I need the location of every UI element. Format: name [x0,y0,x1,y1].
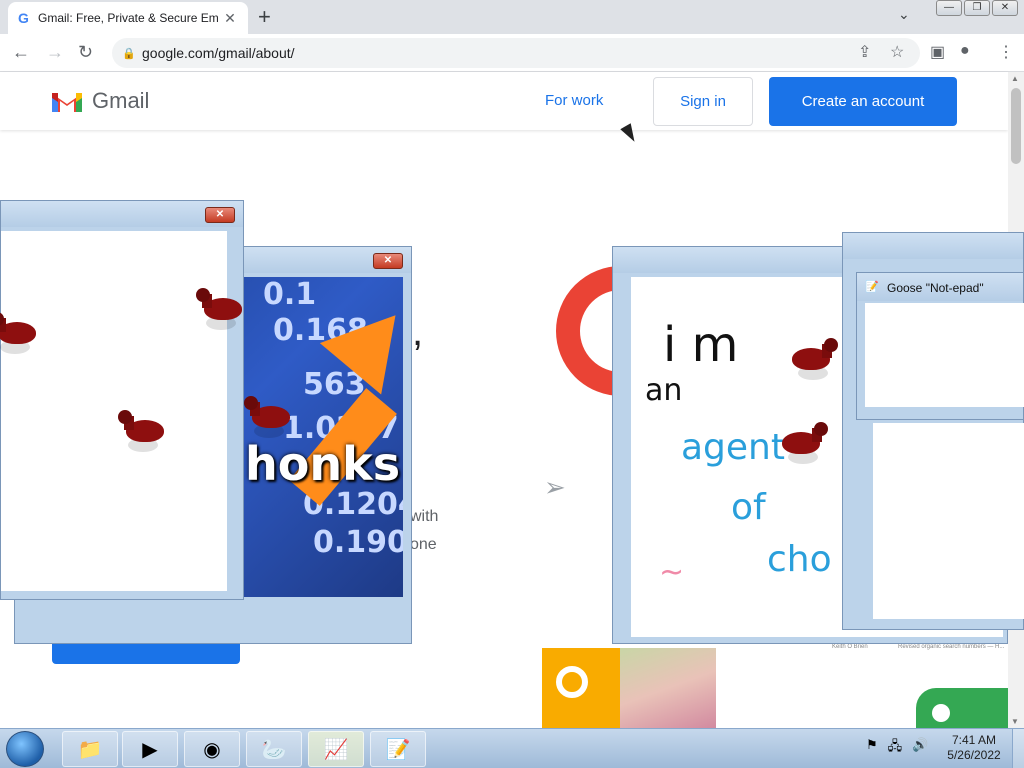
tab-close-icon[interactable]: ✕ [222,10,238,27]
blank-window-content [1,231,227,591]
blank-window-titlebar[interactable]: ✕ [1,201,243,227]
drawing-text-line1: i m [663,317,739,373]
url-text[interactable]: google.com/gmail/about/ [142,45,295,61]
new-tab-button[interactable]: + [258,4,271,30]
explorer-taskbar-icon[interactable]: 📁 [62,731,118,767]
camera-icon [932,704,950,722]
goose-sprite [244,396,290,438]
notepad-back-titlebar[interactable] [843,233,1023,259]
search-feature-tile [542,648,620,728]
scroll-down-icon[interactable]: ▼ [1011,717,1019,726]
meme-number: 0.1 [263,277,317,312]
goose-sprite [196,288,242,330]
notepad-taskbar-icon[interactable]: 📝 [370,731,426,767]
drawing-text-line4: of [731,487,766,528]
address-bar[interactable]: 🔒 google.com/gmail/about/ [112,38,920,68]
browser-tabbar: G Gmail: Free, Private & Secure Em ✕ + ⌄… [0,0,1024,34]
bookmark-star-icon[interactable]: ☆ [890,42,904,62]
goose-notepad-window[interactable]: 📝 Goose "Not-epad" [856,272,1024,420]
menu-kebab-icon[interactable]: ⋮ [998,42,1014,62]
goose-sprite [782,422,828,464]
gmail-logo-text: Gmail [92,88,150,113]
email-preview-subject: Revised organic search numbers — H... [898,644,1005,650]
browser-toolbar: ← → ↻ 🔒 google.com/gmail/about/ ⇪ ☆ ▣ ● … [0,34,1024,72]
goose-sprite [0,312,36,354]
system-tray: ⚑ 🖧 🔊 [866,737,928,759]
notepad-back-content [873,423,1024,619]
side-panel-icon[interactable]: ▣ [930,42,945,62]
media-player-taskbar-icon[interactable]: ▶ [122,731,178,767]
scroll-up-icon[interactable]: ▲ [1011,74,1019,83]
email-preview-sender: Keith O Brien [832,644,868,650]
meme-number: 0.1902 [313,525,403,560]
volume-icon[interactable]: 🔊 [912,737,928,759]
send-icon: ➢ [544,472,566,502]
goose-app-taskbar-icon[interactable]: 🦢 [246,731,302,767]
goose-sprite [118,410,164,452]
goose-notepad-text-area[interactable] [865,303,1024,407]
close-window-button[interactable]: ✕ [992,0,1018,16]
meet-feature-tile [916,688,1008,728]
sign-in-button[interactable]: Sign in [653,77,753,126]
meme-caption: honks [245,437,401,491]
drawing-text-line3: agent [681,427,785,468]
lock-icon[interactable]: 🔒 [122,47,142,60]
maximize-button[interactable]: ❐ [964,0,990,16]
magnifier-icon [556,666,588,698]
hero-body-fragment-1: with [410,508,439,525]
taskbar-clock[interactable]: 7:41 AM 5/26/2022 [944,733,1004,763]
drawing-text-line2: an [645,373,683,408]
back-icon[interactable]: ← [12,42,30,63]
reload-icon[interactable]: ↻ [78,42,93,63]
share-icon[interactable]: ⇪ [858,42,871,62]
tab-title: Gmail: Free, Private & Secure Em [38,11,219,25]
gmail-logo[interactable]: Gmail [52,88,149,114]
start-button[interactable] [6,731,44,767]
window-controls: — ❐ ✕ [936,0,1018,16]
windows-taskbar: 📁 ▶ ◉ 🦢 📈 📝 ⚑ 🖧 🔊 7:41 AM 5/26/2022 [0,728,1024,768]
hero-body-fragment-2: one [410,536,437,553]
notepad-plus-taskbar-icon[interactable]: 📈 [308,731,364,767]
minimize-button[interactable]: — [936,0,962,16]
chrome-taskbar-icon[interactable]: ◉ [184,731,240,767]
show-desktop-button[interactable] [1012,729,1024,768]
network-icon[interactable]: 🖧 [888,737,903,759]
goose-blank-window[interactable]: ✕ [0,200,244,600]
clock-time: 7:41 AM [951,733,997,747]
meme-window-close-button[interactable]: ✕ [373,253,403,269]
scrollbar-thumb[interactable] [1011,88,1021,164]
blank-window-close-button[interactable]: ✕ [205,207,235,223]
drawing-text-line5: cho [767,539,832,580]
notepad-app-icon: 📝 [865,281,879,293]
tab-search-icon[interactable]: ⌄ [898,6,910,23]
create-account-button[interactable]: Create an account [769,77,957,126]
goose-notepad-title: Goose "Not-epad" [887,281,984,295]
google-favicon-icon: G [18,10,29,26]
tab-gmail[interactable]: G Gmail: Free, Private & Secure Em ✕ [8,2,248,34]
gmail-m-icon [52,93,82,112]
hero-headline-fragment: , [412,310,424,354]
forward-icon[interactable]: → [46,42,64,63]
clock-date: 5/26/2022 [947,748,1001,762]
goose-sprite [792,338,838,380]
action-center-flag-icon[interactable]: ⚑ [866,737,878,759]
child-photo [620,648,716,728]
profile-icon[interactable]: ● [960,42,970,60]
gmail-header: Gmail For work Sign in Create an account [0,72,1008,130]
goose-notepad-titlebar[interactable]: 📝 Goose "Not-epad" [857,273,1023,301]
for-work-link[interactable]: For work [545,92,603,109]
drawing-squiggle: ~ [659,555,685,590]
